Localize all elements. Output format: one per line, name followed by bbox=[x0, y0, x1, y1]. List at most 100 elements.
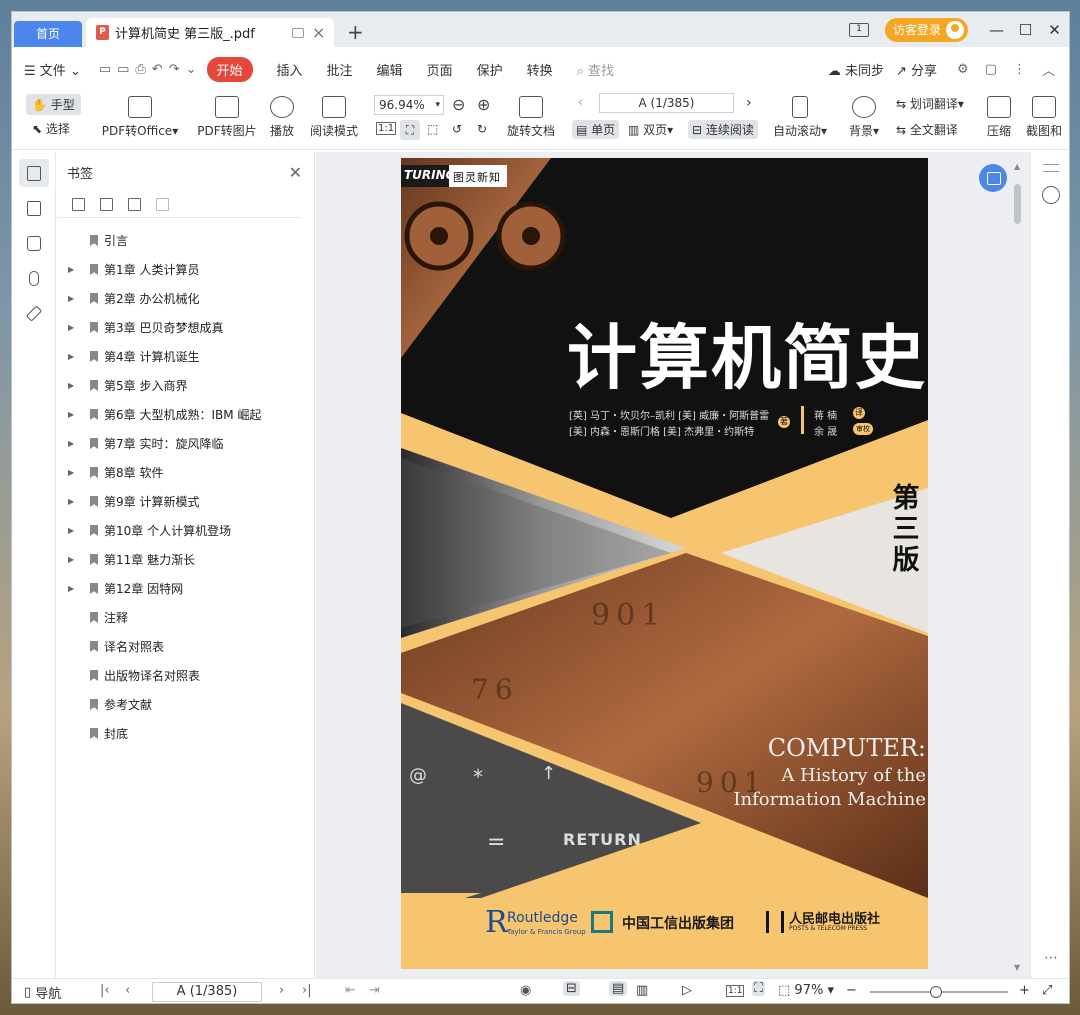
multi-window-icon[interactable]: 1 bbox=[848, 22, 869, 37]
menu-search[interactable]: ⌕ 查找 bbox=[577, 60, 614, 79]
continuous-read-button[interactable]: ⊟ 连续阅读 bbox=[688, 120, 758, 139]
bookmark-item[interactable]: ▶ 第7章 实时：旋风降临 bbox=[57, 429, 314, 458]
close-panel-icon[interactable]: ✕ bbox=[289, 163, 302, 182]
navigation-toggle[interactable]: ▯ 导航 bbox=[24, 983, 61, 1002]
panel-menu-icon[interactable] bbox=[1043, 164, 1059, 172]
ai-search-icon[interactable] bbox=[1042, 186, 1060, 204]
vertical-scrollbar[interactable]: ▲ ▼ bbox=[1012, 162, 1022, 972]
delete-bookmark-icon[interactable] bbox=[156, 198, 169, 211]
play-button[interactable]: 播放 bbox=[267, 96, 297, 139]
status-page-input[interactable]: A (1/385) bbox=[152, 982, 262, 1002]
expand-arrow-icon[interactable]: ▶ bbox=[68, 555, 74, 564]
expand-arrow-icon[interactable]: ▶ bbox=[68, 526, 74, 535]
bookmark-item[interactable]: ▶ 第4章 计算机诞生 bbox=[57, 342, 314, 371]
hand-tool-button[interactable]: ✋ 手型 bbox=[26, 94, 81, 115]
bookmark-item[interactable]: ▶ 第5章 步入商界 bbox=[57, 371, 314, 400]
feedback-icon[interactable]: ▢ bbox=[985, 62, 997, 77]
minimize-button[interactable]: — bbox=[982, 21, 1011, 39]
rotate-left-icon[interactable]: ↺ bbox=[452, 122, 462, 136]
zoom-select[interactable]: 96.94% ▾ bbox=[374, 95, 444, 115]
next-page-icon[interactable]: › bbox=[746, 95, 752, 111]
tab-document[interactable]: P 计算机简史 第三版_.pdf × bbox=[86, 18, 334, 47]
guest-login-button[interactable]: 访客登录 bbox=[884, 17, 968, 42]
auto-scroll-button[interactable]: 自动滚动▾ bbox=[768, 96, 832, 139]
eye-protection-icon[interactable]: ◉ bbox=[520, 983, 531, 998]
close-tab-icon[interactable]: × bbox=[312, 23, 326, 42]
expand-arrow-icon[interactable]: ▶ bbox=[68, 410, 74, 419]
bookmark-item[interactable]: 出版物译名对照表 bbox=[57, 661, 314, 690]
more-options-icon[interactable]: ⋯ bbox=[1031, 950, 1069, 966]
pdf-to-image-button[interactable]: PDF转图片 bbox=[194, 96, 260, 139]
first-page-icon[interactable]: |‹ bbox=[100, 983, 110, 998]
zoom-slider-handle[interactable] bbox=[930, 986, 942, 998]
bookmark-item[interactable]: ▶ 第1章 人类计算员 bbox=[57, 255, 314, 284]
bookmark-item[interactable]: ▶ 第10章 个人计算机登场 bbox=[57, 516, 314, 545]
last-page-icon[interactable]: ›| bbox=[302, 983, 312, 998]
expand-arrow-icon[interactable]: ▶ bbox=[68, 294, 74, 303]
scroll-up-icon[interactable]: ▲ bbox=[1014, 162, 1020, 171]
status-continuous-icon[interactable]: ⊟ bbox=[563, 981, 580, 996]
status-zoom-in-icon[interactable]: + bbox=[1019, 983, 1030, 998]
menu-file[interactable]: ☰ 文件 ⌄ bbox=[24, 60, 81, 79]
expand-arrow-icon[interactable]: ▶ bbox=[68, 439, 74, 448]
bookmark-item[interactable]: ▶ 第6章 大型机成熟：IBM 崛起 bbox=[57, 400, 314, 429]
menu-page[interactable]: 页面 bbox=[427, 60, 453, 79]
rotate-document-button[interactable]: 旋转文档 bbox=[505, 96, 557, 139]
prev-page-icon[interactable]: ‹ bbox=[578, 95, 583, 109]
screenshot-button[interactable]: 截图和 bbox=[1022, 96, 1066, 139]
expand-all-icon[interactable] bbox=[72, 198, 85, 211]
share-button[interactable]: ↗ 分享 bbox=[896, 60, 937, 79]
expand-arrow-icon[interactable]: ▶ bbox=[68, 584, 74, 593]
single-page-button[interactable]: ▤ 单页 bbox=[572, 120, 620, 139]
status-double-page-icon[interactable]: ▥ bbox=[636, 983, 648, 998]
status-zoom-out-icon[interactable]: − bbox=[846, 983, 857, 998]
fit-page-icon[interactable]: ⛶ bbox=[400, 120, 420, 140]
menu-edit[interactable]: 编辑 bbox=[377, 60, 403, 79]
menu-protect[interactable]: 保护 bbox=[477, 60, 503, 79]
scrollbar-thumb[interactable] bbox=[1014, 184, 1021, 224]
close-window-button[interactable]: ✕ bbox=[1040, 21, 1069, 39]
scroll-down-icon[interactable]: ▼ bbox=[1014, 963, 1020, 972]
maximize-button[interactable]: ☐ bbox=[1011, 21, 1040, 39]
pin-tab-icon[interactable] bbox=[292, 27, 304, 38]
expand-arrow-icon[interactable]: ▶ bbox=[68, 323, 74, 332]
bookmark-item[interactable]: 参考文献 bbox=[57, 690, 314, 719]
expand-arrow-icon[interactable]: ▶ bbox=[68, 497, 74, 506]
menu-annotate[interactable]: 批注 bbox=[327, 60, 353, 79]
expand-arrow-icon[interactable]: ▶ bbox=[68, 381, 74, 390]
status-next-page-icon[interactable]: › bbox=[279, 983, 284, 998]
status-single-page-icon[interactable]: ▤ bbox=[609, 981, 628, 996]
sync-status[interactable]: ☁ 未同步 bbox=[828, 60, 884, 79]
bookmark-item[interactable]: 译名对照表 bbox=[57, 632, 314, 661]
status-actual-size-icon[interactable]: 1:1 bbox=[726, 985, 745, 997]
tab-home[interactable]: 首页 bbox=[14, 21, 82, 48]
zoom-out-icon[interactable]: ⊖ bbox=[452, 95, 465, 114]
bookmark-item[interactable]: ▶ 第8章 软件 bbox=[57, 458, 314, 487]
expand-arrow-icon[interactable]: ▶ bbox=[68, 265, 74, 274]
page-number-input[interactable]: A (1/385) bbox=[599, 93, 734, 113]
add-bookmark-icon[interactable] bbox=[128, 198, 141, 211]
settings-icon[interactable]: ⚙ bbox=[957, 62, 969, 77]
menu-start[interactable]: 开始 bbox=[206, 57, 253, 82]
bookmark-item[interactable]: 引言 bbox=[57, 226, 314, 255]
quick-access-icons[interactable]: ▭▭⎙↶↷⌄ bbox=[99, 62, 203, 77]
bookmark-item[interactable]: ▶ 第12章 因特网 bbox=[57, 574, 314, 603]
status-play-icon[interactable]: ▷ bbox=[682, 983, 692, 998]
collapse-ribbon-icon[interactable]: ︿ bbox=[1042, 60, 1055, 79]
bookmark-item[interactable]: ▶ 第11章 魅力渐长 bbox=[57, 545, 314, 574]
bookmark-item[interactable]: ▶ 第3章 巴贝奇梦想成真 bbox=[57, 313, 314, 342]
collapse-all-icon[interactable] bbox=[100, 198, 113, 211]
word-translate-button[interactable]: ⇆ 划词翻译 ▾ bbox=[896, 95, 964, 112]
zoom-slider[interactable] bbox=[870, 986, 1008, 998]
signature-panel-icon[interactable] bbox=[19, 299, 49, 327]
floating-tool-button[interactable] bbox=[979, 164, 1007, 192]
back-icon[interactable]: ⇤ bbox=[345, 983, 356, 998]
new-tab-button[interactable]: + bbox=[347, 20, 364, 44]
actual-size-icon[interactable]: 1:1 bbox=[376, 122, 397, 135]
expand-arrow-icon[interactable]: ▶ bbox=[68, 352, 74, 361]
bookmark-panel-icon[interactable] bbox=[18, 159, 49, 187]
fit-width-icon[interactable]: ⬚ bbox=[427, 122, 438, 136]
zoom-in-icon[interactable]: ⊕ bbox=[477, 95, 490, 114]
forward-icon[interactable]: ⇥ bbox=[369, 983, 380, 998]
thumbnail-panel-icon[interactable] bbox=[19, 194, 49, 222]
